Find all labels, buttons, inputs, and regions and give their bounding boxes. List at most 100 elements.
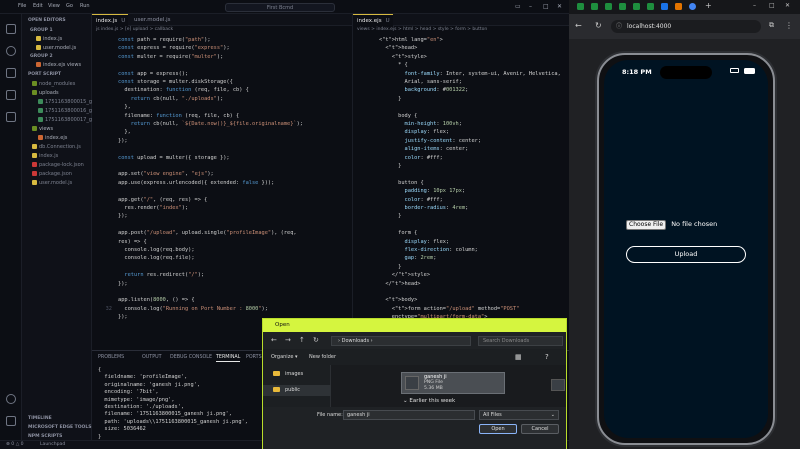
timeline-header[interactable]: TIMELINE <box>28 416 52 421</box>
code-line[interactable]: min-height: 100vh; <box>353 120 569 128</box>
tree-file[interactable]: index.js <box>32 153 58 159</box>
close-icon[interactable]: ✕ <box>785 2 790 9</box>
open-editor-item[interactable]: user.model.js <box>36 45 76 51</box>
tab-favicon[interactable] <box>577 3 584 10</box>
file-type-select[interactable]: All Files ⌄ <box>479 410 559 420</box>
maximize-icon[interactable]: □ <box>769 2 775 9</box>
view-options-icon[interactable]: ▦ <box>515 353 522 361</box>
code-line[interactable]: display: flex; <box>353 128 569 136</box>
problems-status[interactable]: ⊗ 0 △ 0 <box>6 442 24 447</box>
code-line[interactable]: }); <box>92 280 352 288</box>
npm-scripts-header[interactable]: NPM SCRIPTS <box>28 434 62 439</box>
file-name-input[interactable]: ganesh ji <box>343 410 475 420</box>
launchpad-status[interactable]: Launchpad <box>40 442 65 447</box>
code-line[interactable] <box>353 221 569 229</box>
tab-debug-console[interactable]: DEBUG CONSOLE <box>170 355 212 360</box>
code-line[interactable]: } <box>353 263 569 271</box>
refresh-icon[interactable]: ↻ <box>313 336 319 344</box>
code-line[interactable] <box>353 170 569 178</box>
code-line[interactable]: Arial, sans-serif; <box>353 78 569 86</box>
address-bar[interactable]: › Downloads › <box>331 336 471 346</box>
code-line[interactable]: </"t">head> <box>353 280 569 288</box>
tab-favicon[interactable] <box>619 3 626 10</box>
code-line[interactable]: </"t">style> <box>353 271 569 279</box>
tab-index-js[interactable]: index.js U <box>92 14 128 26</box>
menu-file[interactable]: File <box>18 3 26 9</box>
code-line[interactable]: gap: 2rem; <box>353 254 569 262</box>
code-line[interactable]: const upload = multer({ storage }); <box>92 154 352 162</box>
cancel-button[interactable]: Cancel <box>521 424 559 434</box>
code-line[interactable] <box>92 288 352 296</box>
code-line[interactable]: <"t">style> <box>353 53 569 61</box>
search-input[interactable]: Search Downloads <box>478 336 563 346</box>
edge-tools-header[interactable]: MICROSOFT EDGE TOOLS <box>28 425 92 430</box>
code-line[interactable]: align-items: center; <box>353 145 569 153</box>
code-line[interactable]: app.use(express.urlencoded({ extended: f… <box>92 179 352 187</box>
code-line[interactable] <box>92 145 352 153</box>
forward-icon[interactable]: → <box>285 336 291 344</box>
open-editors-header[interactable]: OPEN EDITORS <box>28 18 66 23</box>
settings-icon[interactable] <box>6 416 16 426</box>
menu-view[interactable]: View <box>48 3 60 9</box>
code-line[interactable]: }); <box>92 212 352 220</box>
tab-index-ejs[interactable]: index.ejs U <box>353 14 393 26</box>
tree-folder[interactable]: node_modules <box>32 81 75 87</box>
code-line[interactable]: const multer = require("multer"); <box>92 53 352 61</box>
tab-ports[interactable]: PORTS <box>246 355 262 360</box>
code-line[interactable]: filename: function (req, file, cb) { <box>92 112 352 120</box>
code-line[interactable]: return res.redirect("/"); <box>92 271 352 279</box>
layout-icon[interactable]: ▭ <box>515 3 521 10</box>
code-line[interactable]: app.set("view engine", "ejs"); <box>92 170 352 178</box>
code-line[interactable]: } <box>353 212 569 220</box>
site-info-icon[interactable]: ⓘ <box>616 20 622 33</box>
run-debug-icon[interactable] <box>6 90 16 100</box>
tree-folder[interactable]: uploads <box>32 90 59 96</box>
code-area[interactable]: <"t">html lang="en"> <"t">head> <"t">sty… <box>353 36 569 350</box>
close-icon[interactable]: ✕ <box>557 3 562 10</box>
minimize-icon[interactable]: – <box>753 2 756 9</box>
breadcrumb[interactable]: js index.js > [e] upload > callback <box>92 26 352 34</box>
code-line[interactable]: border-radius: 4rem; <box>353 204 569 212</box>
code-line[interactable]: return cb(null, "./uploads"); <box>92 95 352 103</box>
code-line[interactable]: display: flex; <box>353 238 569 246</box>
tree-file[interactable]: package-lock.json <box>32 162 84 168</box>
maximize-icon[interactable]: □ <box>543 3 549 10</box>
explorer-icon[interactable] <box>6 24 16 34</box>
code-line[interactable]: }, <box>92 103 352 111</box>
tab-problems[interactable]: PROBLEMS <box>98 355 124 360</box>
choose-file-button[interactable]: Choose File <box>626 220 667 230</box>
code-line[interactable]: destination: function (req, file, cb) { <box>92 86 352 94</box>
tab-user-model-js[interactable]: user.model.js <box>130 14 190 26</box>
breadcrumb[interactable]: views > index.ejs > html > head > style … <box>353 26 569 34</box>
code-line[interactable]: } <box>353 162 569 170</box>
code-line[interactable]: font-family: Inter, system-ui, Avenir, H… <box>353 70 569 78</box>
code-line[interactable]: form { <box>353 229 569 237</box>
code-line[interactable] <box>92 263 352 271</box>
menu-edit[interactable]: Edit <box>33 3 43 9</box>
code-line[interactable]: <"t">body> <box>353 296 569 304</box>
code-line[interactable]: padding: 10px 17px; <box>353 187 569 195</box>
back-icon[interactable]: ← <box>575 21 582 30</box>
code-line[interactable]: res.render("index"); <box>92 204 352 212</box>
source-control-icon[interactable] <box>6 68 16 78</box>
code-line[interactable] <box>92 162 352 170</box>
code-line[interactable]: res) => { <box>92 238 352 246</box>
code-line[interactable] <box>92 221 352 229</box>
file-item-selected[interactable]: ganesh ji PNG File 5.36 MB <box>401 372 505 394</box>
tree-file[interactable]: package.json <box>32 171 72 177</box>
tab-output[interactable]: OUTPUT <box>142 355 162 360</box>
tab-favicon[interactable] <box>591 3 598 10</box>
tab-favicon[interactable] <box>689 3 696 10</box>
back-icon[interactable]: ← <box>271 336 277 344</box>
tree-file[interactable]: user.model.js <box>32 180 72 186</box>
new-folder-button[interactable]: New folder <box>309 354 336 360</box>
code-line[interactable] <box>92 187 352 195</box>
extensions-icon[interactable] <box>6 112 16 122</box>
project-folder-header[interactable]: PORT SCRIPT <box>28 72 61 77</box>
folder-public[interactable]: public <box>263 385 331 396</box>
code-line[interactable] <box>353 103 569 111</box>
tab-favicon[interactable] <box>647 3 654 10</box>
extensions-icon[interactable]: ⧉ <box>769 21 774 30</box>
code-line[interactable]: body { <box>353 112 569 120</box>
code-line[interactable]: const storage = multer.diskStorage({ <box>92 78 352 86</box>
